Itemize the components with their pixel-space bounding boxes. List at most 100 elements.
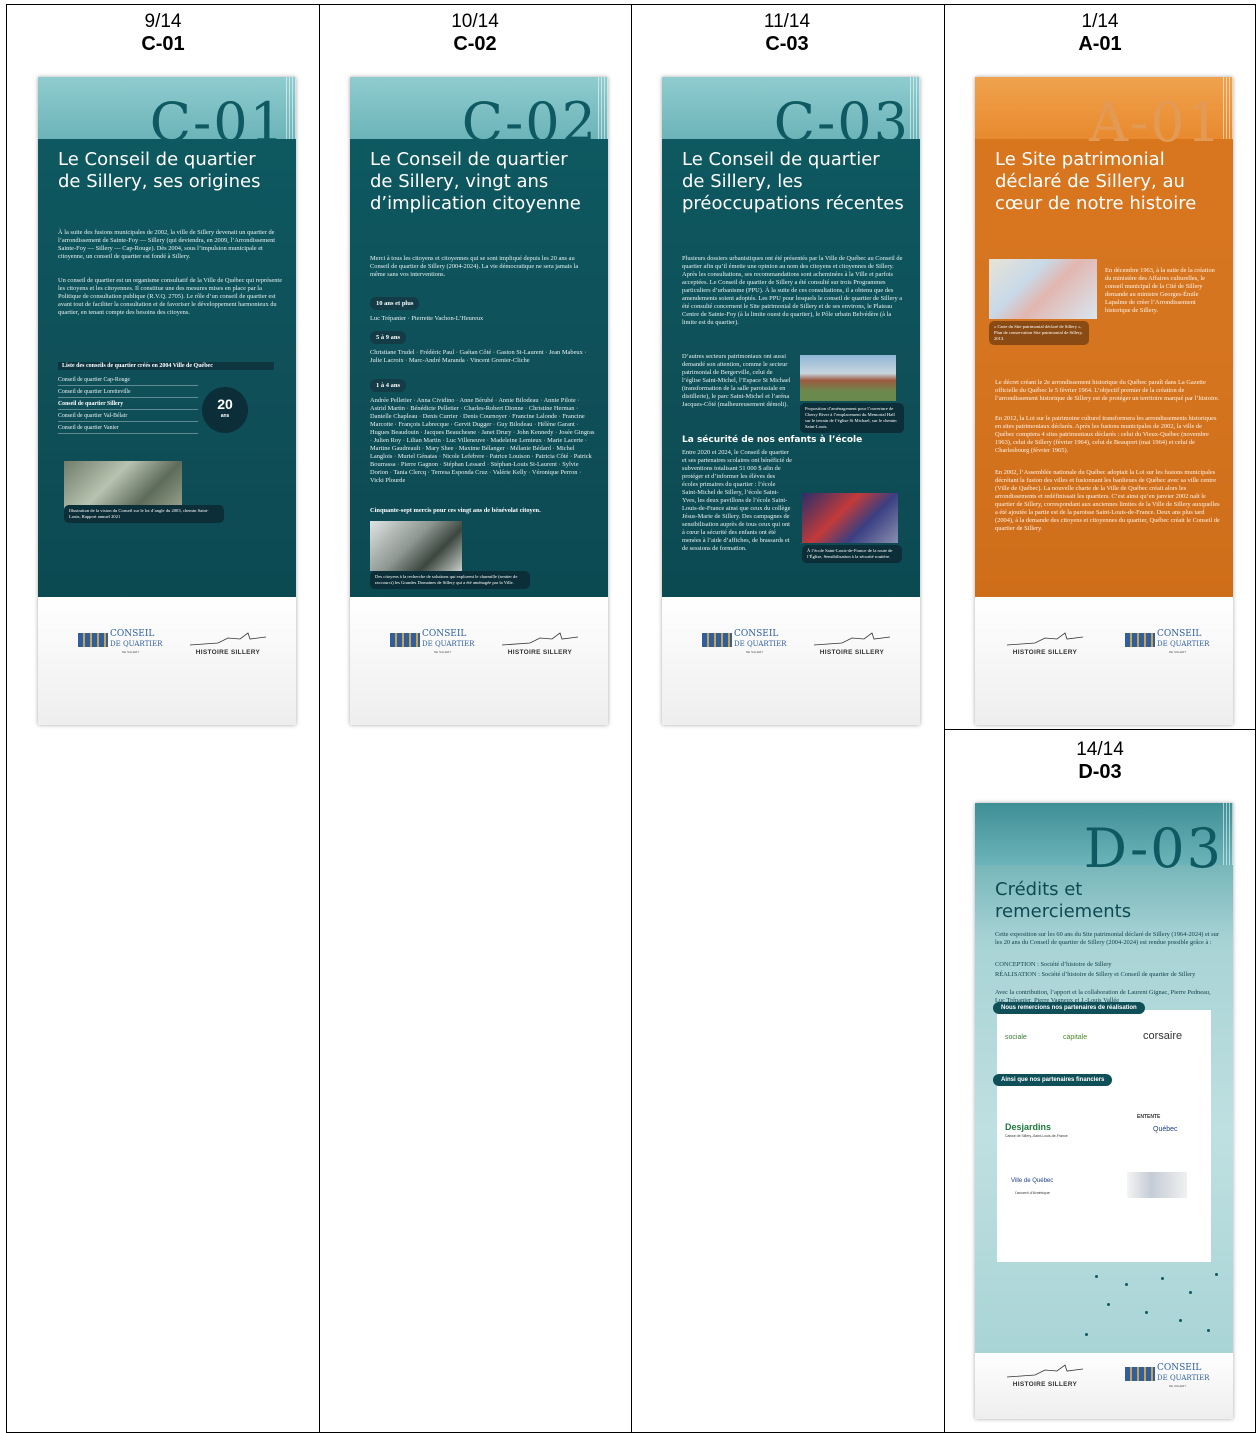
poster-watermark-code: C-03 <box>773 91 910 154</box>
histoire-sillery-logo: HISTOIRE SILLERY <box>1005 629 1085 663</box>
poster-footer: CONSEIL DE QUARTIER DE SILLERY HISTOIRE … <box>38 597 296 725</box>
poster-footer: CONSEIL DE QUARTIER DE SILLERY HISTOIRE … <box>350 597 608 725</box>
poster-watermark-code: A-01 <box>1089 91 1223 154</box>
poster-footer: HISTOIRE SILLERY CONSEIL DE QUARTIER DE … <box>975 1353 1233 1419</box>
list-item: Conseil de quartier Loretteville <box>58 389 198 398</box>
column-divider <box>631 5 632 1432</box>
partner-logo: ENTENTE <box>1137 1114 1161 1120</box>
poster-watermark-code: D-03 <box>1083 817 1223 880</box>
school-photo <box>802 493 898 543</box>
photo-caption: Proposition d’aménagement pour l’ouvertu… <box>800 403 904 433</box>
partners-box: Nous remercions nos partenaires de réali… <box>993 1002 1211 1262</box>
partner-logo: corsaire <box>1143 1030 1183 1042</box>
poster-code: D-03 <box>1078 761 1122 783</box>
list-title: Liste des conseils de quartier créés en … <box>58 362 274 370</box>
partner-card <box>1127 1172 1187 1198</box>
heritage-map <box>989 259 1097 319</box>
poster-title: Crédits et remerciements <box>995 879 1132 922</box>
histoire-sillery-logo: HISTOIRE SILLERY <box>500 629 580 663</box>
member-names: Christiane Trudel · Frédéric Paul · Gaét… <box>370 349 587 364</box>
list-item: Conseil de quartier Sillery <box>58 401 198 410</box>
poster-table: 9/14 C-01 10/14 C-02 11/14 C-03 1/14 A-0… <box>6 4 1256 1433</box>
skyline-icon <box>813 632 891 646</box>
poster-title: Le Conseil de quartier de Sillery, les p… <box>682 149 904 214</box>
partners-heading: Ainsi que nos partenaires financiers <box>993 1074 1113 1086</box>
group-label: 1 à 4 ans <box>370 379 407 392</box>
group-label: 10 ans et plus <box>370 297 420 310</box>
partner-logo: capitale <box>1063 1034 1088 1041</box>
member-names: Andrée Pelletier · Anna Cividino · Anne … <box>370 397 595 484</box>
photo-caption: Des citoyens à la recherche de solutions… <box>370 571 530 589</box>
conseil-quartier-logo: CONSEIL DE QUARTIER DE SILLERY <box>390 627 480 663</box>
photo-caption: À l’école Saint-Louis-de-France de la ro… <box>802 545 902 563</box>
poster-paragraph: Plusieurs dossiers urbanistiques ont été… <box>682 255 903 326</box>
closing-line: Cinquante-sept mercis pour ces vingt ans… <box>370 507 541 514</box>
conseil-quartier-logo: CONSEIL DE QUARTIER DE SILLERY <box>1125 1361 1215 1397</box>
poster-number: 14/14 <box>1076 739 1124 760</box>
cell-header-c01: 9/14 C-01 <box>7 11 319 55</box>
poster-footer: HISTOIRE SILLERY CONSEIL DE QUARTIER DE … <box>975 597 1233 725</box>
poster-paragraph: En 2002, l’Assemblée nationale du Québec… <box>995 469 1220 532</box>
partner-logo: Québec <box>1153 1126 1178 1133</box>
poster-number: 10/14 <box>451 11 499 32</box>
poster-paragraph: Le décret créant le 2e arrondissement hi… <box>995 379 1220 402</box>
skyline-icon <box>189 632 267 646</box>
conseil-quartier-logo: CONSEIL DE QUARTIER DE SILLERY <box>78 627 168 663</box>
partners-heading: Nous remercions nos partenaires de réali… <box>993 1002 1145 1014</box>
partner-logo: Desjardins <box>1005 1122 1052 1132</box>
building-photo <box>800 355 896 401</box>
poster-code: C-01 <box>141 33 185 55</box>
cell-header-c03: 11/14 C-03 <box>631 11 943 55</box>
poster-a01: A-01 Le Site patrimonial déclaré de Sill… <box>975 77 1233 725</box>
partner-logo: l’accent d’Amérique <box>1015 1190 1050 1195</box>
skyline-icon <box>1006 632 1084 646</box>
cell-header-a01: 1/14 A-01 <box>944 11 1256 55</box>
poster-paragraph: Merci à tous les citoyens et citoyennes … <box>370 255 579 278</box>
column-divider <box>944 5 945 1432</box>
skyline-icon <box>1006 1364 1084 1378</box>
histoire-sillery-logo: HISTOIRE SILLERY <box>1005 1361 1085 1395</box>
row-divider <box>944 729 1256 730</box>
poster-number: 11/14 <box>763 11 811 32</box>
poster-title: Le Conseil de quartier de Sillery, ses o… <box>58 149 261 192</box>
poster-title: Le Site patrimonial déclaré de Sillery, … <box>995 149 1197 214</box>
poster-d03: D-03 Crédits et remerciements Cette expo… <box>975 803 1233 1419</box>
conseil-quartier-logo: CONSEIL DE QUARTIER DE SILLERY <box>1125 627 1215 663</box>
poster-number: 1/14 <box>1081 11 1119 32</box>
poster-number: 9/14 <box>144 11 182 32</box>
hikers-photo <box>370 521 462 571</box>
poster-paragraph: Entre 2020 et 2024, le Conseil de quarti… <box>682 449 793 552</box>
poster-paragraph: En décembre 1963, à la suite de la créat… <box>1105 267 1215 314</box>
group-label: 5 à 9 ans <box>370 331 407 344</box>
partner-logo: Ville de Québec <box>1011 1178 1054 1184</box>
poster-c01: C-01 Le Conseil de quartier de Sillery, … <box>38 77 296 725</box>
member-names: Luc Trépanier · Pierrette Vachon-L’Heure… <box>370 315 484 322</box>
map-caption: « Carte du Site patrimonial déclaré de S… <box>989 321 1089 345</box>
poster-paragraph: D’autres secteurs patrimoniaux ont aussi… <box>682 353 791 408</box>
histoire-sillery-logo: HISTOIRE SILLERY <box>188 629 268 663</box>
poster-code: C-02 <box>453 33 497 55</box>
column-divider <box>319 5 320 1432</box>
poster-watermark-code: C-02 <box>461 91 598 154</box>
anniversary-badge: 20 ans <box>202 387 248 433</box>
skyline-icon <box>501 632 579 646</box>
partner-logo: Caisse de Sillery–Saint-Louis-de-France <box>1005 1134 1068 1138</box>
section-heading: La sécurité de nos enfants à l’école <box>682 435 863 445</box>
partner-logo: sociale <box>1005 1034 1027 1041</box>
poster-code: C-03 <box>765 33 809 55</box>
poster-paragraph: Un conseil de quartier est un organisme … <box>58 277 283 316</box>
poster-c02: C-02 Le Conseil de quartier de Sillery, … <box>350 77 608 725</box>
list-item: Conseil de quartier Cap-Rouge <box>58 377 198 386</box>
poster-paragraph: À la suite des fusions municipales de 20… <box>58 229 276 260</box>
credit-conception: CONCEPTION : Société d’histoire de Sille… <box>995 961 1112 968</box>
credit-realisation: RÉALISATION : Société d’histoire de Sill… <box>995 971 1196 978</box>
conseil-quartier-logo: CONSEIL DE QUARTIER DE SILLERY <box>702 627 792 663</box>
list-item: Conseil de quartier Val-Bélair <box>58 413 198 422</box>
photo-caption: Illustration de la vision du Conseil sur… <box>64 505 224 523</box>
list-item: Conseil de quartier Vanier <box>58 425 198 434</box>
poster-paragraph: En 2012, la Loi sur le patrimoine cultur… <box>995 415 1217 454</box>
poster-c03: C-03 Le Conseil de quartier de Sillery, … <box>662 77 920 725</box>
poster-watermark-code: C-01 <box>149 91 286 154</box>
cell-header-d03: 14/14 D-03 <box>944 739 1256 783</box>
poster-paragraph: Cette exposition sur les 60 ans du Site … <box>995 931 1219 946</box>
